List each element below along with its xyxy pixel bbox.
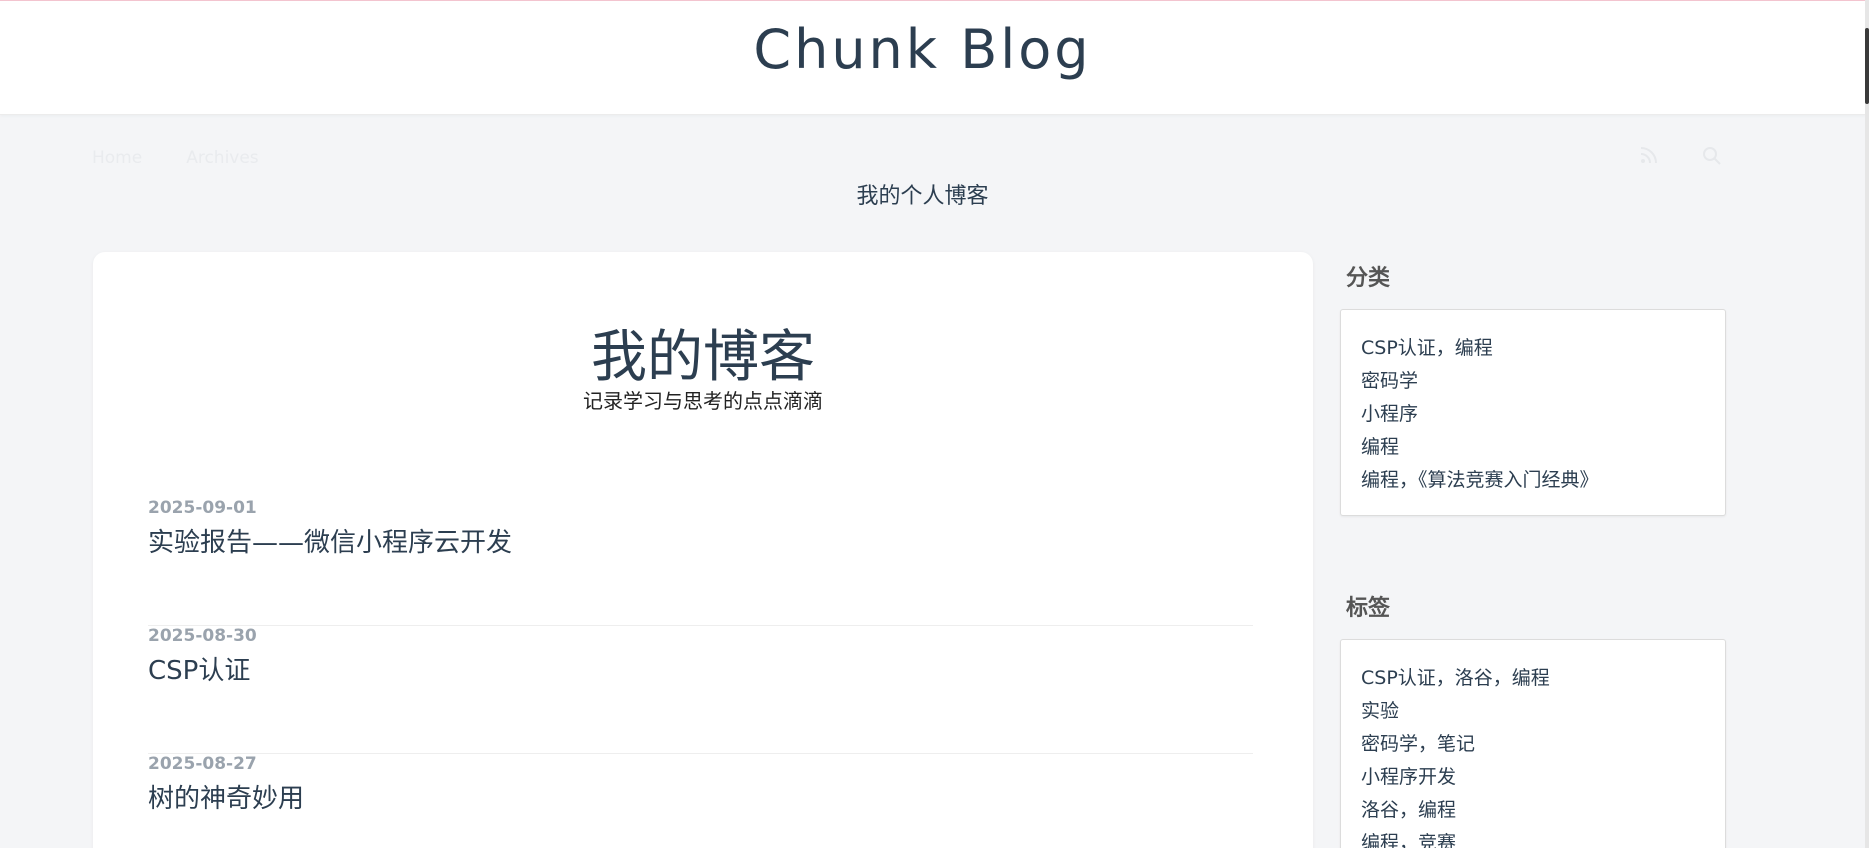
tag-link[interactable]: 密码学，笔记: [1361, 728, 1705, 761]
nav-actions: [1640, 146, 1722, 166]
tags-widget-title: 标签: [1346, 596, 1391, 621]
tags-list: CSP认证，洛谷，编程 实验 密码学，笔记 小程序开发 洛谷，编程 编程，竞赛: [1340, 639, 1726, 848]
categories-widget-title: 分类: [1346, 266, 1391, 291]
post-title-link[interactable]: 实验报告——微信小程序云开发: [148, 522, 512, 559]
post-title-link[interactable]: 树的神奇妙用: [148, 778, 304, 815]
tag-link[interactable]: 小程序开发: [1361, 761, 1705, 794]
post-date: 2025-08-30: [148, 626, 257, 646]
post-item: 2025-08-27 树的神奇妙用: [148, 754, 1253, 848]
category-link[interactable]: 密码学: [1361, 365, 1705, 398]
tag-link[interactable]: CSP认证，洛谷，编程: [1361, 662, 1705, 695]
post-date: 2025-08-27: [148, 754, 257, 774]
page-subtitle: 记录学习与思考的点点滴滴: [583, 389, 823, 413]
sidebar: 分类 CSP认证，编程 密码学 小程序 编程 编程，《算法竞赛入门经典》 标签 …: [1340, 260, 1726, 848]
scrollbar-thumb[interactable]: [1865, 28, 1869, 104]
tag-link[interactable]: 编程，竞赛: [1361, 827, 1705, 848]
search-icon[interactable]: [1702, 146, 1722, 166]
main-content-card: 我的博客 记录学习与思考的点点滴滴 2025-09-01 实验报告——微信小程序…: [93, 252, 1313, 848]
site-title[interactable]: Chunk Blog: [0, 18, 1845, 81]
post-date: 2025-09-01: [148, 498, 257, 518]
nav-home-link[interactable]: Home: [92, 148, 142, 168]
category-link[interactable]: 编程: [1361, 431, 1705, 464]
tag-link[interactable]: 实验: [1361, 695, 1705, 728]
category-link[interactable]: 小程序: [1361, 398, 1705, 431]
categories-list: CSP认证，编程 密码学 小程序 编程 编程，《算法竞赛入门经典》: [1340, 309, 1726, 516]
post-list: 2025-09-01 实验报告——微信小程序云开发 2025-08-30 CSP…: [148, 498, 1253, 848]
page-title: 我的博客: [591, 325, 815, 390]
post-item: 2025-09-01 实验报告——微信小程序云开发: [148, 498, 1253, 626]
site-header: Chunk Blog: [0, 4, 1866, 115]
page-scrollbar[interactable]: [1865, 0, 1869, 848]
rss-icon[interactable]: [1640, 146, 1658, 166]
category-link[interactable]: CSP认证，编程: [1361, 332, 1705, 365]
post-item: 2025-08-30 CSP认证: [148, 626, 1253, 754]
post-title-link[interactable]: CSP认证: [148, 650, 250, 687]
nav-archives-link[interactable]: Archives: [186, 148, 258, 168]
category-link[interactable]: 编程，《算法竞赛入门经典》: [1361, 464, 1705, 497]
site-tagline: 我的个人博客: [856, 184, 989, 209]
main-nav: Home Archives: [92, 148, 259, 168]
tag-link[interactable]: 洛谷，编程: [1361, 794, 1705, 827]
